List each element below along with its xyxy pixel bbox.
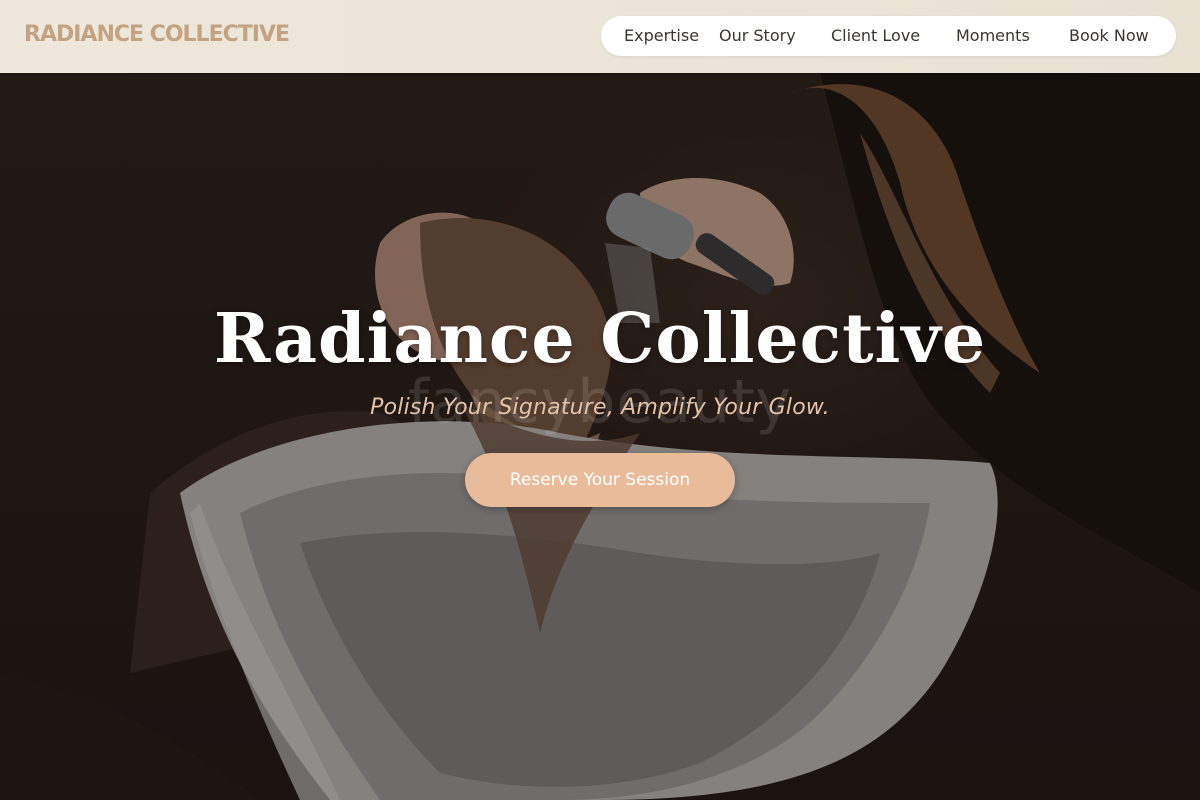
nav-item-book-now[interactable]: Book Now: [1069, 16, 1149, 56]
hero-section: fancybeauty Radiance Collective Polish Y…: [0, 73, 1200, 800]
reserve-session-button[interactable]: Reserve Your Session: [465, 453, 735, 507]
nav-item-our-story[interactable]: Our Story: [719, 16, 796, 56]
main-nav: Expertise Our Story Client Love Moments …: [601, 16, 1176, 56]
hero-title: Radiance Collective: [213, 299, 987, 379]
brand-logo[interactable]: RADIANCE COLLECTIVE: [24, 22, 290, 47]
hero-tagline: Polish Your Signature, Amplify Your Glow…: [370, 395, 830, 420]
nav-item-client-love[interactable]: Client Love: [831, 16, 920, 56]
nav-item-moments[interactable]: Moments: [956, 16, 1030, 56]
site-header: RADIANCE COLLECTIVE Expertise Our Story …: [0, 0, 1200, 73]
nav-item-expertise[interactable]: Expertise: [624, 16, 699, 56]
